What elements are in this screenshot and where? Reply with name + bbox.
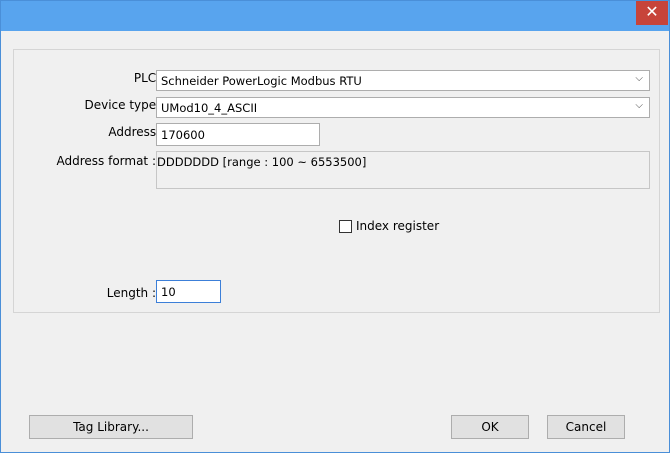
index-register-label: Index register (356, 219, 440, 233)
length-label: Length : (106, 286, 156, 300)
index-register-checkbox[interactable] (339, 220, 352, 233)
plc-select-value: Schneider PowerLogic Modbus RTU (161, 74, 362, 88)
dialog-window: ✕ PLC : Schneider PowerLogic Modbus RTU … (0, 0, 670, 453)
title-bar[interactable]: ✕ (1, 1, 669, 31)
tag-library-button[interactable]: Tag Library... (29, 415, 193, 439)
address-format-display: DDDDDDD [range : 100 ~ 6553500] (156, 151, 650, 189)
address-format-value: DDDDDDD [range : 100 ~ 6553500] (157, 155, 367, 169)
plc-select[interactable]: Schneider PowerLogic Modbus RTU ⌵ (156, 70, 650, 91)
address-input[interactable]: 170600 (156, 123, 320, 146)
address-format-label: Address format : (56, 154, 157, 168)
address-panel: PLC : Schneider PowerLogic Modbus RTU ⌵ … (13, 49, 660, 313)
device-type-select[interactable]: UMod10_4_ASCII ⌵ (156, 97, 650, 118)
length-input-value: 10 (161, 285, 176, 299)
length-input[interactable]: 10 (156, 280, 221, 303)
device-type-select-value: UMod10_4_ASCII (161, 101, 258, 115)
close-icon[interactable]: ✕ (636, 1, 668, 25)
chevron-down-icon[interactable]: ⌵ (635, 73, 643, 84)
address-input-value: 170600 (161, 128, 205, 142)
ok-button[interactable]: OK (451, 415, 529, 439)
device-type-label: Device type : (84, 98, 164, 112)
chevron-down-icon[interactable]: ⌵ (635, 100, 643, 111)
cancel-button[interactable]: Cancel (547, 415, 625, 439)
